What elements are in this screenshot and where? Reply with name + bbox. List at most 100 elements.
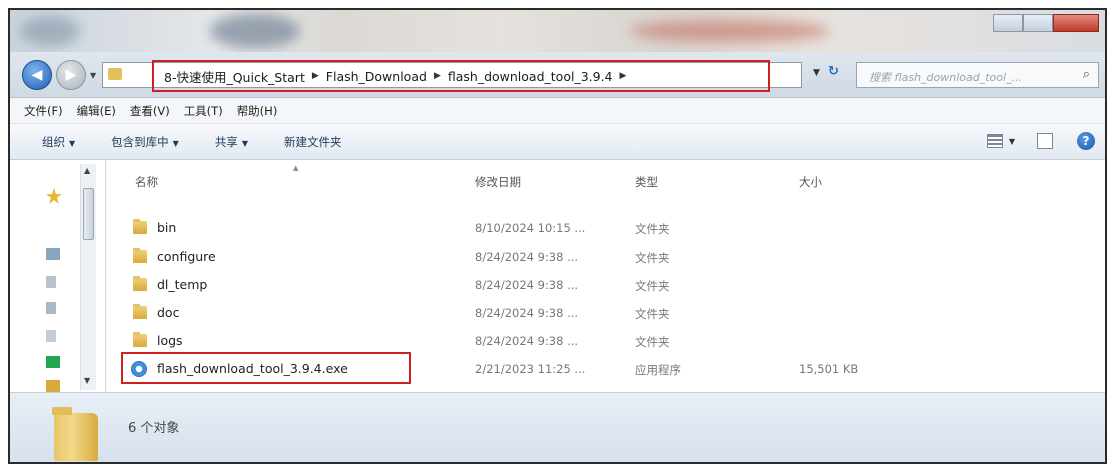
background-blur <box>20 16 80 46</box>
menu-help[interactable]: 帮助(H) <box>237 103 278 119</box>
explorer-window: ◀ ▶ ▼ 8-快速使用_Quick_Start ▶ Flash_Downloa… <box>8 8 1107 464</box>
details-pane: 6 个对象 <box>10 392 1105 462</box>
file-date: 8/10/2024 10:15 ... <box>475 221 586 235</box>
file-type: 文件夹 <box>635 279 670 293</box>
scroll-down-icon[interactable]: ▼ <box>84 376 90 385</box>
document-icon[interactable] <box>46 276 56 288</box>
background-blur <box>630 20 830 42</box>
file-name: doc <box>157 305 180 320</box>
breadcrumb-item[interactable]: 8-快速使用_Quick_Start <box>164 67 305 86</box>
command-bar: 组织 ▼ 包含到库中 ▼ 共享 ▼ 新建文件夹 ▼ ? <box>10 124 1105 160</box>
menu-edit[interactable]: 编辑(E) <box>77 103 116 119</box>
minimize-button[interactable] <box>993 14 1023 32</box>
file-row[interactable]: logs 8/24/2024 9:38 ... 文件夹 <box>107 328 1105 354</box>
breadcrumb-item[interactable]: flash_download_tool_3.9.4 <box>448 69 613 84</box>
file-size: 15,501 KB <box>799 362 859 376</box>
search-input[interactable]: 搜索 flash_download_tool_... ⌕ <box>856 62 1099 88</box>
file-date: 8/24/2024 9:38 ... <box>475 250 579 264</box>
new-folder-button[interactable]: 新建文件夹 <box>284 134 342 150</box>
file-row[interactable]: bin 8/10/2024 10:15 ... 文件夹 <box>107 215 1105 241</box>
folder-icon <box>133 276 147 291</box>
file-name: bin <box>157 220 177 235</box>
file-date: 2/21/2023 11:25 ... <box>475 362 586 376</box>
object-count: 6 个对象 <box>128 421 180 436</box>
search-placeholder: 搜索 flash_download_tool_... <box>869 71 1023 84</box>
library-icon[interactable] <box>46 248 60 260</box>
sort-indicator-icon: ▲ <box>293 164 299 172</box>
background-blur <box>210 14 300 48</box>
address-dropdown-icon[interactable]: ▼ <box>813 68 820 78</box>
back-button[interactable]: ◀ <box>22 60 52 90</box>
window-controls <box>993 14 1099 32</box>
folder-icon[interactable] <box>46 380 60 392</box>
chevron-right-icon[interactable]: ▶ <box>620 71 627 81</box>
organize-button[interactable]: 组织 ▼ <box>42 134 75 150</box>
back-arrow-icon: ◀ <box>31 67 43 83</box>
menu-file[interactable]: 文件(F) <box>24 103 63 119</box>
new-folder-label: 新建文件夹 <box>283 134 342 149</box>
favorites-star-icon[interactable] <box>46 188 62 204</box>
folder-icon <box>52 407 98 461</box>
share-button[interactable]: 共享 ▼ <box>215 134 248 150</box>
navigation-pane: ▲ ▼ <box>10 160 106 392</box>
menu-bar: 文件(F) 编辑(E) 查看(V) 工具(T) 帮助(H) <box>10 98 1105 124</box>
chevron-down-icon: ▼ <box>241 138 248 148</box>
help-icon[interactable]: ? <box>1077 132 1095 150</box>
file-type: 应用程序 <box>635 363 681 377</box>
refresh-icon[interactable]: ↻ <box>828 64 846 86</box>
search-icon[interactable]: ⌕ <box>1083 67 1090 82</box>
column-header-size[interactable]: 大小 <box>799 174 822 190</box>
file-row[interactable]: dl_temp 8/24/2024 9:38 ... 文件夹 <box>107 272 1105 298</box>
picture-icon[interactable] <box>46 302 56 314</box>
music-icon[interactable] <box>46 330 56 342</box>
breadcrumb[interactable]: 8-快速使用_Quick_Start ▶ Flash_Download ▶ fl… <box>152 60 770 92</box>
include-in-library-label: 包含到库中 <box>111 134 169 149</box>
column-header-name[interactable]: 名称 <box>135 174 158 190</box>
breadcrumb-item[interactable]: Flash_Download <box>326 69 427 84</box>
file-date: 8/24/2024 9:38 ... <box>475 278 579 292</box>
file-type: 文件夹 <box>635 251 670 265</box>
file-list: 名称 ▲ 修改日期 类型 大小 bin 8/10/2024 10:15 ... … <box>107 160 1105 392</box>
file-type: 文件夹 <box>635 335 670 349</box>
chevron-right-icon[interactable]: ▶ <box>312 71 319 81</box>
highlight-box <box>121 352 411 384</box>
close-button[interactable] <box>1053 14 1099 32</box>
menu-tools[interactable]: 工具(T) <box>184 103 223 119</box>
view-controls: ▼ ? <box>986 132 1095 150</box>
file-name: configure <box>157 249 216 264</box>
scroll-up-icon[interactable]: ▲ <box>84 166 90 175</box>
folder-icon <box>133 332 147 347</box>
chevron-right-icon[interactable]: ▶ <box>434 71 441 81</box>
address-row: ◀ ▶ ▼ 8-快速使用_Quick_Start ▶ Flash_Downloa… <box>10 52 1105 98</box>
chevron-down-icon: ▼ <box>69 138 76 148</box>
file-row[interactable]: configure 8/24/2024 9:38 ... 文件夹 <box>107 244 1105 270</box>
file-type: 文件夹 <box>635 222 670 236</box>
file-name: logs <box>157 333 183 348</box>
history-dropdown-icon[interactable]: ▼ <box>90 71 96 80</box>
menu-view[interactable]: 查看(V) <box>130 103 170 119</box>
scroll-thumb[interactable] <box>83 188 94 240</box>
forward-arrow-icon: ▶ <box>65 67 77 83</box>
preview-pane-icon[interactable] <box>1037 133 1053 149</box>
nav-scrollbar[interactable]: ▲ ▼ <box>80 164 96 390</box>
chevron-down-icon[interactable]: ▼ <box>1009 137 1015 146</box>
computer-icon[interactable] <box>46 356 60 368</box>
folder-icon <box>133 219 147 234</box>
file-date: 8/24/2024 9:38 ... <box>475 306 579 320</box>
forward-button[interactable]: ▶ <box>56 60 86 90</box>
organize-label: 组织 <box>42 134 65 149</box>
share-label: 共享 <box>214 134 238 149</box>
column-header-date[interactable]: 修改日期 <box>475 174 521 190</box>
column-header-type[interactable]: 类型 <box>635 174 658 190</box>
folder-icon <box>133 248 147 263</box>
file-name: dl_temp <box>157 277 208 292</box>
chevron-down-icon: ▼ <box>172 138 179 148</box>
folder-icon <box>108 68 122 80</box>
include-in-library-button[interactable]: 包含到库中 ▼ <box>111 134 179 150</box>
title-bar <box>10 10 1105 52</box>
view-options-icon[interactable] <box>986 134 1003 148</box>
folder-icon <box>133 304 147 319</box>
maximize-button[interactable] <box>1023 14 1053 32</box>
file-row[interactable]: doc 8/24/2024 9:38 ... 文件夹 <box>107 300 1105 326</box>
file-type: 文件夹 <box>635 307 670 321</box>
